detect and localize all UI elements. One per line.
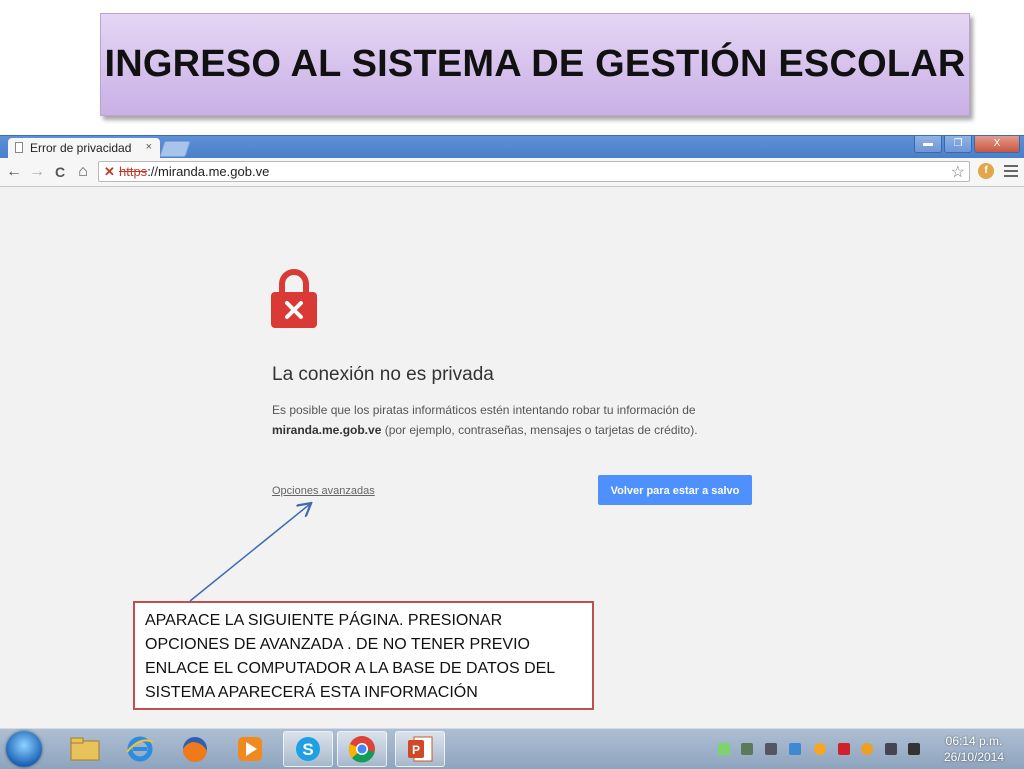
tray-volume-icon[interactable] [908,743,920,755]
media-player-icon[interactable] [225,731,275,767]
chrome-icon[interactable] [337,731,387,767]
tray-pdf-icon[interactable] [838,743,850,755]
tray-network-tool-icon[interactable] [741,743,753,755]
extension-icon[interactable]: f [978,163,994,179]
tray-display-icon[interactable] [765,743,777,755]
error-description: Es posible que los piratas informáticos … [272,400,722,440]
url-host: ://miranda.me.gob.ve [147,164,270,179]
taskbar: S P 06:14 p.m. 26/10/2014 [0,728,1024,769]
error-heading: La conexión no es privada [272,364,494,385]
tray-monitor-icon[interactable] [789,743,801,755]
broken-lock-icon[interactable]: ✕ [104,165,116,178]
skype-icon[interactable]: S [283,731,333,767]
tab-title: Error de privacidad [30,141,132,155]
back-arrow-icon[interactable]: ← [4,162,24,182]
slide-title: INGRESO AL SISTEMA DE GESTIÓN ESCOLAR [104,43,966,85]
menu-icon[interactable] [1004,165,1018,177]
tray-security-icon[interactable] [861,743,873,755]
advanced-options-link[interactable]: Opciones avanzadas [272,485,375,497]
error-desc-domain: miranda.me.gob.ve [272,423,382,437]
instruction-callout: APARACE LA SIGUIENTE PÁGINA. PRESIONAR O… [133,601,594,710]
tab-close-icon[interactable]: × [146,141,152,153]
new-tab-button[interactable] [159,141,191,157]
internet-explorer-icon[interactable] [115,731,165,767]
tray-app-icon[interactable] [718,743,730,755]
url-scheme: https [119,164,148,179]
slide-title-box: INGRESO AL SISTEMA DE GESTIÓN ESCOLAR [100,13,970,116]
home-icon[interactable]: ⌂ [73,162,93,182]
lock-error-icon [271,269,317,328]
back-to-safety-button[interactable]: Volver para estar a salvo [598,475,752,505]
tray-update-icon[interactable] [814,743,826,755]
powerpoint-icon[interactable]: P [395,731,445,767]
svg-text:P: P [412,743,420,757]
reload-icon[interactable]: C [50,162,70,182]
url-text: https://miranda.me.gob.ve [119,164,269,179]
window-controls: ▬ ❐ X [912,136,1020,153]
start-button-icon[interactable] [6,731,42,767]
clock-date: 26/10/2014 [943,750,1005,764]
svg-text:S: S [302,740,313,759]
forward-arrow-icon[interactable]: → [27,162,47,182]
close-button[interactable]: X [974,136,1020,153]
error-desc-line2: (por ejemplo, contraseñas, mensajes o ta… [381,423,698,437]
firefox-icon[interactable] [170,731,220,767]
tab-strip: Error de privacidad × ▬ ❐ X [0,136,1024,158]
system-clock[interactable]: 06:14 p.m. 26/10/2014 [936,733,1012,765]
clock-time: 06:14 p.m. [945,734,1003,748]
tab-privacy-error[interactable]: Error de privacidad × [8,138,160,158]
explorer-icon[interactable] [60,731,110,767]
page-icon [15,142,23,153]
bookmark-star-icon[interactable]: ☆ [951,162,965,182]
browser-toolbar: ← → C ⌂ ✕ https://miranda.me.gob.ve ☆ f [0,158,1024,187]
minimize-button[interactable]: ▬ [914,136,942,153]
error-desc-line1: Es posible que los piratas informáticos … [272,403,696,417]
restore-button[interactable]: ❐ [944,136,972,153]
address-bar[interactable]: ✕ https://miranda.me.gob.ve ☆ [98,161,970,182]
tray-network-icon[interactable] [885,743,897,755]
